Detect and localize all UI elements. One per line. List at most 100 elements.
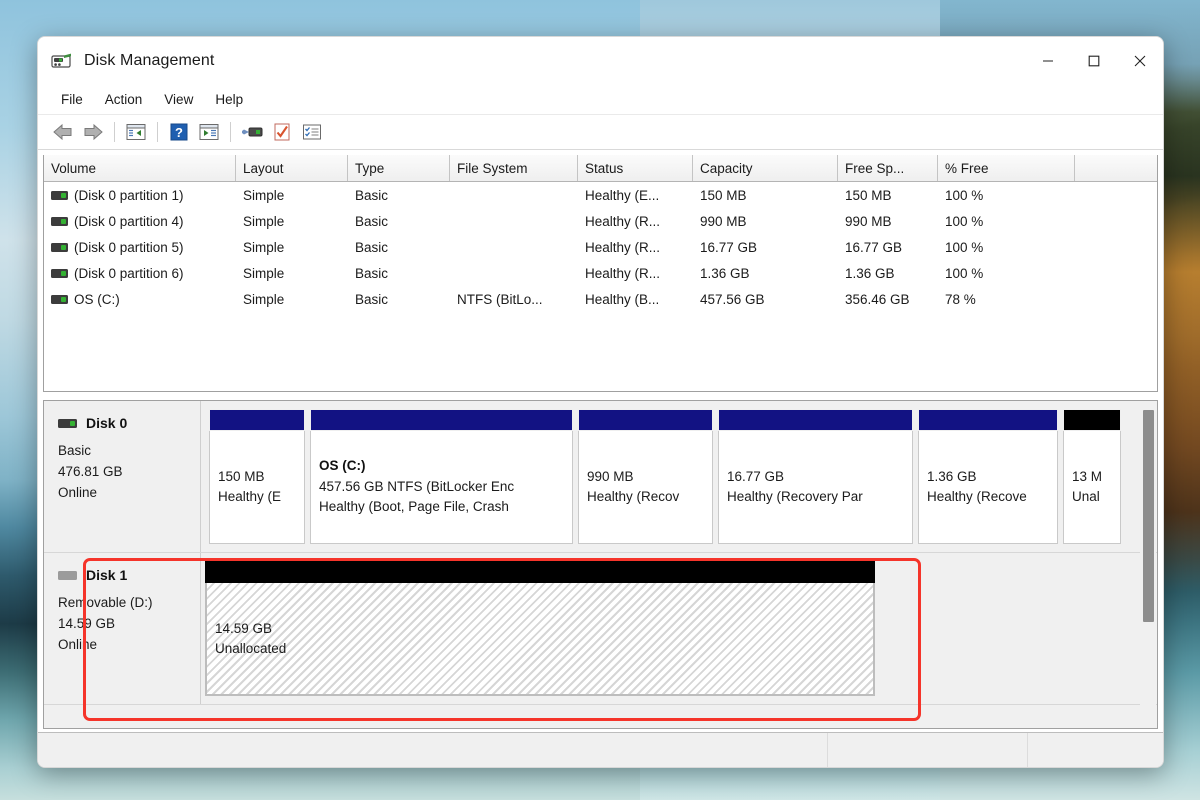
partition-status: Unallocated [215,640,287,656]
partition-size: 16.77 GB [727,469,785,484]
partition-size: 457.56 GB NTFS (BitLocker Enc [319,478,515,494]
disk-info-disk1[interactable]: Disk 1 Removable (D:) 14.59 GB Online [44,553,201,704]
graphical-view-scrollbar[interactable] [1140,402,1156,728]
table-row[interactable]: (Disk 0 partition 5) Simple Basic Health… [44,234,1157,260]
disk-info-disk0[interactable]: Disk 0 Basic 476.81 GB Online [44,401,201,552]
menu-help[interactable]: Help [204,89,254,110]
disk-type-label: Removable (D:) [58,595,153,610]
disk-row-disk0[interactable]: Disk 0 Basic 476.81 GB Online 150 MB Hea… [44,401,1157,553]
partition-size: 1.36 GB [927,469,977,484]
partition-block[interactable]: 990 MB Healthy (Recov [578,409,713,544]
help-icon[interactable]: ? [164,118,194,146]
volume-icon [51,294,68,304]
rescan-disks-icon[interactable] [237,118,267,146]
column-header-file-system[interactable]: File System [450,155,578,181]
table-row[interactable]: (Disk 0 partition 6) Simple Basic Health… [44,260,1157,286]
column-header-spacer[interactable] [1075,155,1157,181]
disk-type-label: Basic [58,443,92,458]
partition-block[interactable]: 13 M Unal [1063,409,1121,544]
cell-capacity: 990 MB [700,213,747,229]
disk-state-label: Online [58,637,98,652]
column-header-percent-free[interactable]: % Free [938,155,1075,181]
partition-block[interactable]: 150 MB Healthy (E [209,409,305,544]
show-hide-console-tree-icon[interactable] [121,118,151,146]
partition-block[interactable]: 14.59 GB Unallocated [205,559,875,696]
partition-details: 13 M Unal [1063,431,1121,544]
cell-layout: Simple [243,239,285,255]
action-list-icon[interactable] [297,118,327,146]
table-row[interactable]: (Disk 0 partition 4) Simple Basic Health… [44,208,1157,234]
partition-status: Healthy (Recove [927,489,1027,504]
cell-percent-free: 100 % [945,265,984,281]
volume-icon [51,190,68,200]
volume-list-view: Volume Layout Type File System Status Ca… [43,155,1158,392]
menu-view[interactable]: View [153,89,204,110]
menu-bar: File Action View Help [38,84,1163,115]
volume-icon [51,216,68,226]
column-header-capacity[interactable]: Capacity [693,155,838,181]
cell-type: Basic [355,213,389,229]
partition-color-bar [1063,409,1121,431]
menu-file[interactable]: File [50,89,94,110]
cell-type: Basic [355,265,389,281]
maximize-button[interactable] [1071,37,1117,84]
cell-volume-label: OS (C:) [74,291,120,307]
removable-disk-icon [58,570,77,580]
cell-status: Healthy (E... [585,187,660,203]
title-bar: Disk Management [38,37,1163,84]
partition-size: 150 MB [218,469,265,484]
properties-icon[interactable] [267,118,297,146]
menu-action[interactable]: Action [94,89,154,110]
minimize-button[interactable] [1025,37,1071,84]
cell-free-space: 1.36 GB [845,265,895,281]
column-header-type[interactable]: Type [348,155,450,181]
cell-status: Healthy (R... [585,265,661,281]
cell-status: Healthy (B... [585,291,660,307]
cell-layout: Simple [243,291,285,307]
status-bar-cell-middle [828,733,1029,767]
volume-list-header: Volume Layout Type File System Status Ca… [44,155,1157,182]
column-header-free-space[interactable]: Free Sp... [838,155,938,181]
show-hide-action-pane-icon[interactable] [194,118,224,146]
table-row[interactable]: OS (C:) Simple Basic NTFS (BitLo... Heal… [44,286,1157,312]
status-bar-cell-main [38,733,828,767]
cell-capacity: 457.56 GB [700,291,765,307]
partition-strip-disk1: 14.59 GB Unallocated [201,553,1157,704]
disk-state-label: Online [58,485,98,500]
cell-capacity: 16.77 GB [700,239,758,255]
close-button[interactable] [1117,37,1163,84]
cell-layout: Simple [243,213,285,229]
window-title: Disk Management [84,51,215,69]
partition-block[interactable]: OS (C:) 457.56 GB NTFS (BitLocker Enc He… [310,409,573,544]
partition-color-bar [310,409,573,431]
partition-block[interactable]: 1.36 GB Healthy (Recove [918,409,1058,544]
cell-status: Healthy (R... [585,239,661,255]
disk-name-label: Disk 1 [86,567,128,583]
column-header-layout[interactable]: Layout [236,155,348,181]
partition-details: 990 MB Healthy (Recov [578,431,713,544]
partition-status: Healthy (Recovery Par [727,489,863,504]
cell-type: Basic [355,187,389,203]
scrollbar-thumb[interactable] [1143,410,1154,622]
partition-color-bar [718,409,913,431]
toolbar-separator [230,122,231,142]
column-header-status[interactable]: Status [578,155,693,181]
partition-details: 150 MB Healthy (E [209,431,305,544]
disk-management-window: Disk Management File Action View Help ? … [37,36,1164,768]
partition-details: OS (C:) 457.56 GB NTFS (BitLocker Enc He… [310,431,573,544]
partition-name: OS (C:) [319,457,366,473]
cell-free-space: 16.77 GB [845,239,903,255]
partition-status: Healthy (E [218,489,282,504]
cell-type: Basic [355,291,389,307]
partition-details: 14.59 GB Unallocated [205,583,875,696]
partition-color-bar [205,559,875,583]
back-arrow-icon[interactable] [48,118,78,146]
cell-volume-label: (Disk 0 partition 5) [74,239,184,255]
partition-size: 13 M [1072,469,1103,484]
partition-block[interactable]: 16.77 GB Healthy (Recovery Par [718,409,913,544]
disk-row-disk1[interactable]: Disk 1 Removable (D:) 14.59 GB Online 14… [44,553,1157,705]
forward-arrow-icon[interactable] [78,118,108,146]
partition-status: Healthy (Recov [587,489,680,504]
table-row[interactable]: (Disk 0 partition 1) Simple Basic Health… [44,182,1157,208]
column-header-volume[interactable]: Volume [44,155,236,181]
